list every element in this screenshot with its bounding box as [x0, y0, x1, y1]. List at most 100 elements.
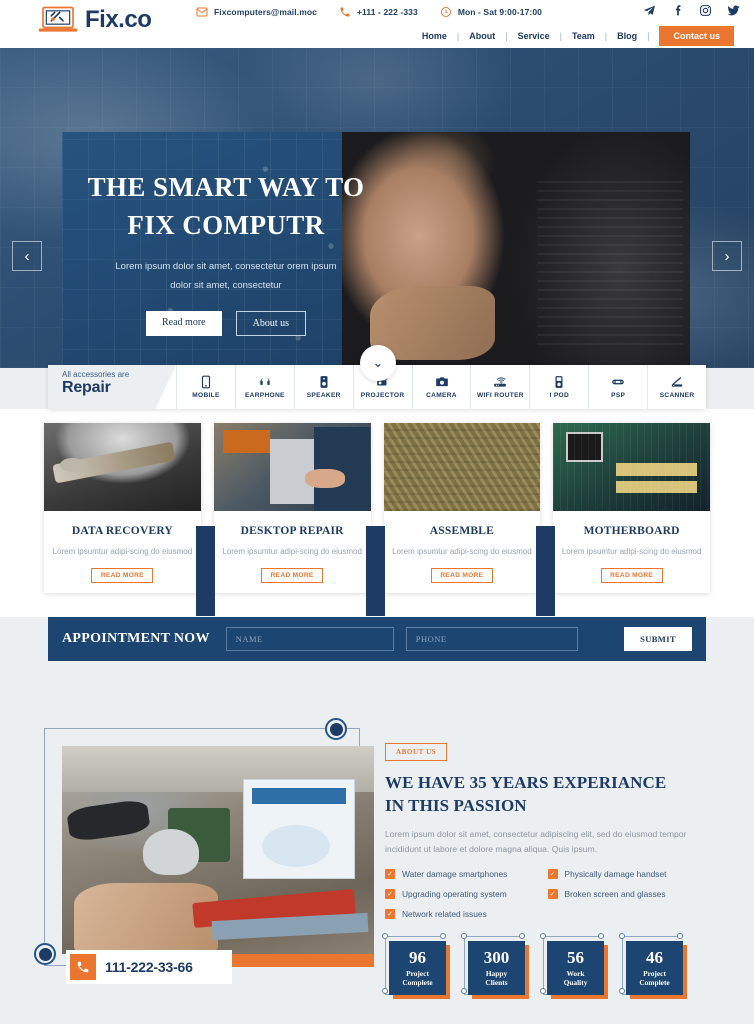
repair-bar-heading: All accessories are Repair	[48, 365, 176, 409]
about-image	[62, 746, 374, 954]
contact-phone-text: +111 - 222 -333	[356, 7, 418, 17]
service-read-more-button[interactable]: READ MORE	[430, 568, 493, 584]
stats-row: 96 Project Complete 300 Happy Clients 56…	[382, 933, 687, 999]
nav-item-service[interactable]: Service	[508, 31, 560, 41]
about-tag: ABOUT US	[385, 743, 448, 761]
site-logo[interactable]: Fix.co	[38, 5, 152, 35]
feature-item: ✓ Physically damage handset	[547, 869, 711, 880]
nav-item-team[interactable]: Team	[562, 31, 605, 41]
repair-title: Repair	[62, 379, 111, 396]
repair-item-label: SPEAKER	[306, 392, 341, 399]
service-card-desc: Lorem ipsumtur adipi-scing do eiusmod	[561, 547, 702, 556]
about-frame-dot-bottom	[34, 943, 56, 965]
service-read-more-button[interactable]: READ MORE	[261, 568, 324, 584]
feature-item: ✓ Upgrading operating system	[385, 889, 548, 900]
check-icon: ✓	[547, 889, 558, 900]
stat-dot	[598, 933, 604, 939]
hero-slider: THE SMART WAY TO FIX COMPUTR Lorem ipsum…	[0, 48, 754, 368]
repair-item-ipod[interactable]: I POD	[529, 365, 588, 409]
ipod-icon	[552, 375, 566, 389]
read-more-button[interactable]: Read more	[146, 310, 222, 336]
appointment-name-input[interactable]	[225, 627, 394, 651]
nav-links: Home | About | Service | Team | Blog | C…	[412, 26, 734, 46]
hero-next-button[interactable]: ›	[712, 241, 742, 271]
repair-item-label: WIFI ROUTER	[476, 392, 524, 399]
about-content: ABOUT US WE HAVE 35 YEARS EXPERIANCE IN …	[385, 741, 710, 929]
service-card-image	[213, 423, 371, 511]
repair-item-label: I POD	[549, 392, 570, 399]
stat-number: 56	[567, 947, 584, 967]
headphone-icon	[258, 375, 272, 389]
stat-dot	[461, 933, 467, 939]
telegram-icon[interactable]	[643, 4, 656, 17]
chevron-left-icon: ‹	[24, 247, 30, 265]
service-read-more-button[interactable]: READ MORE	[600, 568, 663, 584]
envelope-icon	[196, 6, 208, 18]
appointment-title: APPOINTMENT NOW	[62, 631, 210, 646]
repair-item-label: CAMERA	[426, 392, 457, 399]
contact-hours-text: Mon - Sat 9:00-17:00	[457, 7, 543, 17]
hero-prev-button[interactable]: ‹	[12, 241, 42, 271]
stat-dot	[461, 988, 467, 994]
scanner-icon	[670, 375, 684, 389]
mobile-icon	[199, 375, 213, 389]
service-card[interactable]: ASSEMBLE Lorem ipsumtur adipi-scing do e…	[383, 423, 541, 594]
stat-item: 56 Work Quality	[540, 933, 608, 999]
check-icon: ✓	[385, 889, 395, 900]
repair-item-label: EARPHONE	[244, 392, 285, 399]
service-card[interactable]: DATA RECOVERY Lorem ipsumtur adipi-scing…	[44, 423, 201, 594]
check-icon: ✓	[385, 909, 395, 920]
logo-text: Fix.co	[85, 6, 152, 33]
repair-item-earphone[interactable]: EARPHONE	[234, 365, 294, 409]
service-card-image	[553, 423, 710, 511]
contact-us-button[interactable]: Contact us	[659, 26, 734, 46]
services-section: DATA RECOVERY Lorem ipsumtur adipi-scing…	[0, 409, 754, 617]
about-us-button[interactable]: About us	[235, 310, 306, 336]
clock-icon	[440, 6, 452, 18]
contact-phone[interactable]: +111 - 222 -333	[339, 6, 418, 18]
stat-label-line1: Work	[566, 968, 585, 978]
stat-label-line1: Project	[643, 968, 666, 978]
hero-text-panel: THE SMART WAY TO FIX COMPUTR Lorem ipsum…	[62, 132, 390, 368]
feature-label: Water damage smartphones	[402, 869, 508, 880]
scroll-down-button[interactable]: ⌄	[360, 345, 396, 381]
about-heading-line1: WE HAVE 35 YEARS EXPERIANCE	[385, 773, 667, 792]
nav-item-blog[interactable]: Blog	[607, 31, 647, 41]
service-card[interactable]: DESKTOP REPAIR Lorem ipsumtur adipi-scin…	[213, 423, 371, 594]
twitter-icon[interactable]	[727, 4, 740, 17]
service-card[interactable]: MOTHERBOARD Lorem ipsumtur adipi-scing d…	[553, 423, 710, 594]
phone-badge[interactable]: 111-222-33-66	[66, 950, 232, 984]
hero-image	[342, 132, 690, 368]
stat-dot	[519, 933, 525, 939]
appointment-phone-input[interactable]	[405, 627, 578, 651]
repair-item-wifi-router[interactable]: WIFI ROUTER	[470, 365, 529, 409]
stat-dot	[540, 933, 546, 939]
service-card-title: DESKTOP REPAIR	[240, 525, 344, 537]
contact-email[interactable]: Fixcomputers@mail.moc	[196, 6, 317, 18]
repair-item-speaker[interactable]: SPEAKER	[293, 365, 353, 409]
instagram-icon[interactable]	[699, 4, 712, 17]
repair-item-label: PSP	[611, 392, 626, 399]
repair-item-camera[interactable]: CAMERA	[411, 365, 471, 409]
nav-item-home[interactable]: Home	[412, 31, 457, 41]
stat-label-line2: Complete	[639, 978, 670, 987]
repair-item-mobile[interactable]: MOBILE	[176, 365, 235, 409]
nav-item-about[interactable]: About	[459, 31, 505, 41]
appointment-bar: APPOINTMENT NOW SUBMIT	[48, 617, 706, 661]
service-card-image	[44, 423, 201, 511]
repair-item-psp[interactable]: PSP	[588, 365, 647, 409]
chevron-down-icon: ⌄	[372, 355, 384, 370]
service-read-more-button[interactable]: READ MORE	[91, 568, 154, 584]
hero-title-line1: THE SMART WAY TO	[87, 172, 365, 202]
feature-label: Upgrading operating system	[402, 889, 507, 900]
stat-dot	[619, 933, 625, 939]
stat-item: 46 Project Complete	[619, 933, 687, 999]
social-links	[643, 4, 740, 17]
stat-number: 300	[483, 947, 510, 967]
stat-dot	[619, 988, 625, 994]
repair-item-scanner[interactable]: SCANNER	[647, 365, 706, 409]
phone-badge-number: 111-222-33-66	[105, 959, 193, 975]
service-card-desc: Lorem ipsumtur adipi-scing do eiusmod	[52, 547, 193, 556]
appointment-submit-button[interactable]: SUBMIT	[624, 627, 692, 651]
facebook-icon[interactable]	[671, 4, 684, 17]
